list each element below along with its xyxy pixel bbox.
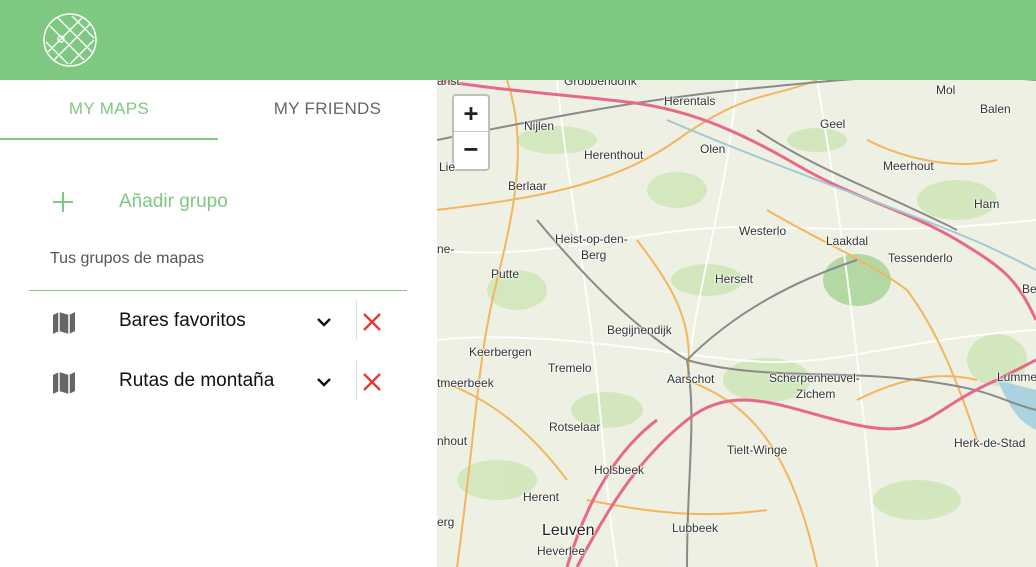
place-label: nhout <box>437 434 468 448</box>
place-label: anst <box>437 80 460 88</box>
map-view[interactable]: + − Grobbendonk Herentals Mol Balen Nijl… <box>437 80 1036 567</box>
place-label: Berg <box>581 248 607 262</box>
place-label: Heverlee <box>537 544 586 558</box>
place-label: ne- <box>437 242 455 256</box>
zoom-out-button[interactable]: − <box>454 132 488 168</box>
place-label: tmeerbeek <box>437 376 494 390</box>
tab-bar: MY MAPS MY FRIENDS <box>0 80 437 140</box>
place-label: Berlaar <box>508 179 547 193</box>
add-group-button[interactable]: Añadir grupo <box>50 182 228 222</box>
place-label: Herselt <box>715 272 754 286</box>
groups-section-title: Tus grupos de mapas <box>50 250 205 267</box>
place-label: Herent <box>523 490 560 504</box>
map-icon <box>53 312 75 334</box>
group-name[interactable]: Bares favoritos <box>119 310 246 332</box>
place-label: Be <box>1022 282 1036 296</box>
add-group-label: Añadir grupo <box>119 191 228 212</box>
place-label: Westerlo <box>739 224 787 238</box>
group-row[interactable]: Bares favoritos <box>29 300 407 344</box>
place-label: Putte <box>491 267 520 281</box>
separator <box>356 300 357 340</box>
place-label: Grobbendonk <box>564 80 637 88</box>
place-label: Tielt-Winge <box>727 443 788 457</box>
place-label: Tessenderlo <box>888 251 953 265</box>
place-label: Leuven <box>542 522 595 539</box>
delete-icon[interactable] <box>360 370 384 394</box>
plus-icon <box>50 189 76 215</box>
place-label: Herk-de-Stad <box>954 436 1026 450</box>
place-label: Mol <box>936 83 956 97</box>
separator <box>356 360 357 400</box>
map-icon <box>53 372 75 394</box>
zoom-control: + − <box>452 94 490 171</box>
place-label: Keerbergen <box>469 345 532 359</box>
tab-my-friends[interactable]: MY FRIENDS <box>218 80 437 140</box>
group-row[interactable]: Rutas de montaña <box>29 360 407 404</box>
place-label: Lummen <box>997 370 1036 384</box>
zoom-in-button[interactable]: + <box>454 96 488 132</box>
chevron-down-icon[interactable] <box>313 372 335 392</box>
place-label: Geel <box>820 117 846 131</box>
place-label: Begijnendijk <box>607 323 672 337</box>
place-label: Herentals <box>664 94 716 108</box>
place-label: Holsbeek <box>594 463 645 477</box>
sidebar: MY MAPS MY FRIENDS Añadir grupo Tus grup… <box>0 80 437 567</box>
place-label: Tremelo <box>548 361 592 375</box>
place-label: Olen <box>700 142 726 156</box>
place-label: Lubbeek <box>672 521 719 535</box>
chevron-down-icon[interactable] <box>313 312 335 332</box>
place-label: Laakdal <box>826 234 869 248</box>
place-label: Nijlen <box>524 119 555 133</box>
place-label: Ham <box>974 197 1000 211</box>
delete-icon[interactable] <box>360 310 384 334</box>
place-label: erg <box>437 515 455 529</box>
map-grid-logo-icon[interactable] <box>42 12 98 68</box>
place-label: Balen <box>980 102 1011 116</box>
place-label: Heist-op-den- <box>555 232 628 246</box>
place-label: Rotselaar <box>549 420 601 434</box>
place-label: Meerhout <box>883 159 934 173</box>
place-label: Lie <box>439 160 456 174</box>
place-label: Herenthout <box>584 148 644 162</box>
top-bar <box>0 0 1036 80</box>
place-label: Aarschot <box>667 372 715 386</box>
place-label: Zichem <box>796 387 836 401</box>
divider <box>29 290 407 291</box>
group-name[interactable]: Rutas de montaña <box>119 370 274 392</box>
place-label: Scherpenheuvel- <box>769 371 860 385</box>
tab-my-maps[interactable]: MY MAPS <box>0 80 218 140</box>
